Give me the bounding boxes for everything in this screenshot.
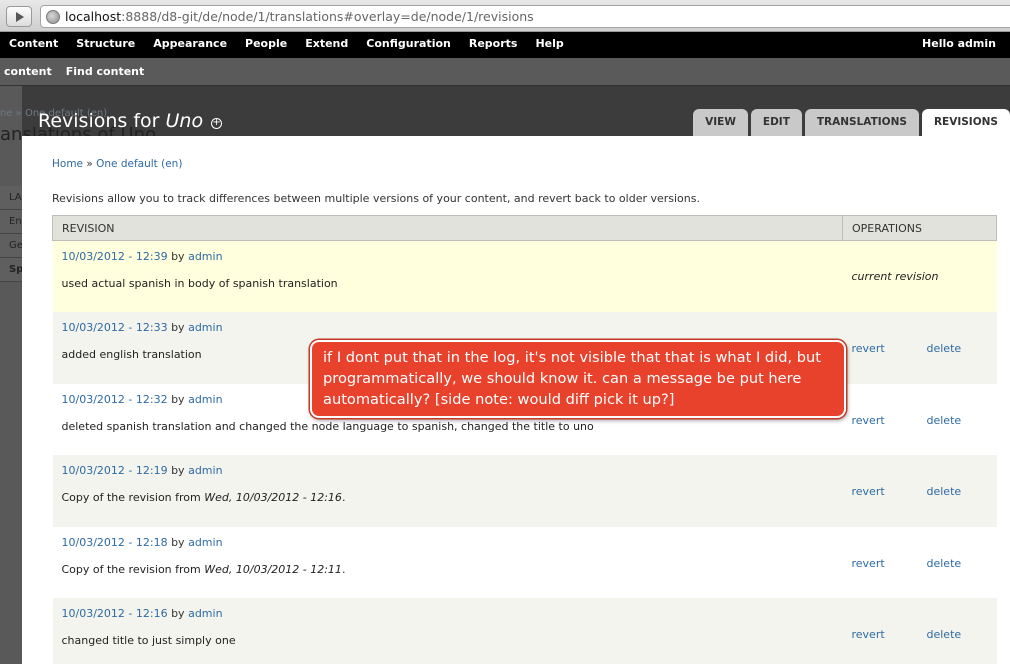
revision-log: changed title to just simply one [61, 634, 236, 647]
breadcrumb-separator: » [83, 158, 97, 170]
play-icon [16, 12, 24, 22]
shortcut-add-content[interactable]: content [4, 58, 52, 86]
table-row: 10/03/2012 - 12:18 by admin Copy of the … [52, 526, 997, 598]
play-button[interactable] [6, 6, 32, 27]
background-row: En [0, 210, 22, 234]
delete-link[interactable]: delete [927, 414, 962, 427]
background-row: Sp [0, 258, 23, 282]
table-row: 10/03/2012 - 12:39 by admin used actual … [52, 240, 997, 312]
delete-link[interactable]: delete [927, 557, 962, 570]
revision-by: by [167, 464, 189, 477]
url-host: localhost [65, 9, 122, 24]
tab-revisions[interactable]: REVISIONS [921, 109, 1010, 136]
revision-date-link[interactable]: 10/03/2012 - 12:33 [62, 321, 168, 334]
annotation-text: if I dont put that in the log, it's not … [323, 349, 822, 408]
revision-log: Copy of the revision from Wed, 10/03/201… [62, 549, 843, 576]
revert-link[interactable]: revert [852, 485, 885, 498]
revision-log-prefix: Copy of the revision from [61, 491, 205, 504]
breadcrumb-node[interactable]: One default (en) [96, 158, 182, 170]
revert-link[interactable]: revert [852, 414, 885, 427]
add-shortcut-icon[interactable]: + [211, 118, 223, 129]
revision-by: by [167, 250, 189, 263]
toolbar-item-content[interactable]: Content [0, 32, 67, 58]
annotation-callout: if I dont put that in the log, it's not … [310, 340, 846, 418]
breadcrumb-home[interactable]: Home [52, 158, 83, 170]
tabs: VIEW EDIT TRANSLATIONS REVISIONS [690, 109, 1010, 136]
breadcrumb: Home » One default (en) [52, 158, 182, 170]
column-header-revision: REVISION [52, 215, 843, 241]
page-title-node: Uno [165, 110, 204, 132]
shortcut-find-content[interactable]: Find content [66, 58, 145, 86]
revision-by: by [167, 535, 189, 549]
revision-date-link[interactable]: 10/03/2012 - 12:39 [62, 250, 168, 263]
revert-link[interactable]: revert [852, 557, 885, 570]
toolbar-item-appearance[interactable]: Appearance [144, 32, 236, 58]
tab-edit[interactable]: EDIT [750, 109, 802, 136]
revision-log-prefix: Copy of the revision from [61, 562, 205, 576]
admin-toolbar: Content Structure Appearance People Exte… [0, 32, 1010, 58]
url-text: localhost:8888/d8-git/de/node/1/translat… [65, 9, 534, 24]
help-text: Revisions allow you to track differences… [52, 192, 700, 205]
toolbar-item-structure[interactable]: Structure [67, 32, 144, 58]
revision-author-link[interactable]: admin [188, 393, 222, 406]
revision-author-link[interactable]: admin [188, 536, 222, 549]
toolbar-item-extend[interactable]: Extend [296, 32, 357, 58]
background-row: LA [0, 186, 22, 210]
revert-link[interactable]: revert [852, 628, 885, 641]
page-title-prefix: Revisions for [38, 110, 166, 132]
url-path: :8888/d8-git/de/node/1/translations#over… [121, 9, 534, 24]
delete-link[interactable]: delete [927, 485, 962, 498]
revision-date-link[interactable]: 10/03/2012 - 12:16 [62, 607, 168, 620]
delete-link[interactable]: delete [927, 628, 962, 641]
revision-date-link[interactable]: 10/03/2012 - 12:32 [62, 393, 168, 406]
toolbar-item-reports[interactable]: Reports [460, 32, 527, 58]
table-row: 10/03/2012 - 12:16 by admin changed titl… [52, 598, 997, 664]
revision-log: used actual spanish in body of spanish t… [61, 277, 338, 290]
delete-link[interactable]: delete [927, 342, 962, 355]
revision-log-suffix: . [341, 491, 346, 504]
user-greeting[interactable]: Hello admin [922, 32, 996, 56]
page-title: Revisions for Uno + [38, 110, 223, 132]
globe-icon [46, 10, 60, 24]
tab-view[interactable]: VIEW [693, 109, 748, 136]
address-bar[interactable]: localhost:8888/d8-git/de/node/1/translat… [40, 5, 1010, 28]
toolbar-menu: Content Structure Appearance People Exte… [0, 32, 573, 58]
revisions-table: REVISION OPERATIONS 10/03/2012 - 12:39 b… [52, 215, 997, 664]
toolbar-item-people[interactable]: People [236, 32, 296, 58]
revision-by: by [167, 392, 189, 406]
revision-author-link[interactable]: admin [188, 607, 222, 620]
background-row: Ge [0, 234, 23, 258]
table-row: 10/03/2012 - 12:19 by admin Copy of the … [52, 455, 997, 527]
column-header-operations: OPERATIONS [842, 215, 997, 241]
revision-date-link[interactable]: 10/03/2012 - 12:19 [62, 464, 168, 477]
revision-log-suffix: . [341, 562, 346, 576]
revision-author-link[interactable]: admin [188, 464, 222, 477]
tab-translations[interactable]: TRANSLATIONS [804, 109, 919, 136]
revision-by: by [167, 321, 189, 334]
browser-chrome: localhost:8888/d8-git/de/node/1/translat… [0, 0, 1010, 32]
revision-log-date: Wed, 10/03/2012 - 12:16 [204, 491, 342, 504]
revision-author-link[interactable]: admin [188, 250, 222, 263]
toolbar-item-configuration[interactable]: Configuration [357, 32, 460, 58]
background-content [0, 86, 22, 664]
current-revision-label: current revision [851, 270, 939, 283]
revision-by: by [167, 607, 189, 620]
revert-link[interactable]: revert [852, 342, 885, 355]
revision-date-link[interactable]: 10/03/2012 - 12:18 [62, 536, 168, 549]
toolbar-item-help[interactable]: Help [526, 32, 572, 58]
background-table: LA En Ge Sp [0, 186, 23, 282]
shortcuts-bar: content Find content [0, 58, 1010, 86]
revision-log: Copy of the revision from Wed, 10/03/201… [62, 477, 843, 504]
revision-author-link[interactable]: admin [188, 321, 222, 334]
revision-log-date: Wed, 10/03/2012 - 12:11 [204, 562, 342, 576]
